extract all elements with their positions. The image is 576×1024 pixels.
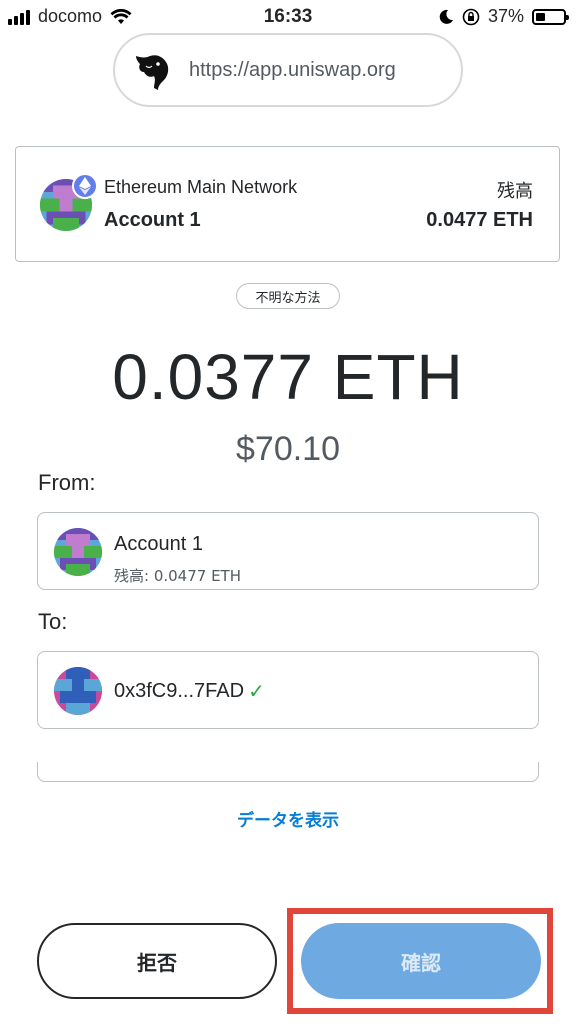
to-address-text: 0x3fC9...7FAD (114, 680, 245, 702)
account-name: Account 1 (104, 209, 201, 231)
balance-label: 残高 (497, 181, 533, 202)
status-right: 37% (438, 6, 569, 27)
confirm-button[interactable]: 確認 (301, 923, 541, 999)
balance-value: 0.0477 ETH (426, 209, 533, 231)
from-account-name: Account 1 (114, 533, 203, 555)
carrier-label: docomo (38, 6, 103, 26)
network-name: Ethereum Main Network (104, 177, 298, 197)
status-left: docomo (8, 6, 132, 27)
reject-button[interactable]: 拒否 (37, 923, 277, 999)
to-address-box: 0x3fC9...7FAD ✓ (37, 651, 539, 729)
from-account-box: Account 1 残高: 0.0477 ETH (37, 512, 539, 590)
to-address[interactable]: 0x3fC9...7FAD ✓ (114, 679, 265, 704)
details-box-partial (37, 762, 539, 782)
from-label: From: (38, 470, 96, 495)
battery-percent: 37% (487, 6, 524, 26)
show-data-link[interactable]: データを表示 (0, 806, 576, 831)
verified-check-icon: ✓ (248, 681, 265, 703)
from-avatar (54, 528, 102, 576)
from-account-balance: 残高: 0.0477 ETH (114, 567, 241, 585)
signal-icon (8, 9, 30, 25)
origin-url: https://app.uniswap.org (189, 58, 396, 81)
to-label: To: (38, 609, 68, 634)
battery-icon (532, 8, 569, 25)
uniswap-unicorn-icon (127, 45, 177, 95)
wifi-icon (110, 8, 132, 24)
method-badge: 不明な方法 (236, 283, 340, 309)
status-bar: docomo 16:33 37% (0, 0, 576, 34)
orientation-lock-icon (462, 8, 480, 25)
to-avatar (54, 667, 102, 715)
transaction-amount: 0.0377 ETH (112, 341, 464, 413)
fiat-amount: $70.10 (236, 430, 340, 468)
moon-icon (439, 9, 453, 24)
origin-pill: https://app.uniswap.org (113, 33, 463, 107)
ethereum-icon (72, 173, 98, 199)
account-card: Ethereum Main Network Account 1 残高 0.047… (15, 146, 560, 262)
